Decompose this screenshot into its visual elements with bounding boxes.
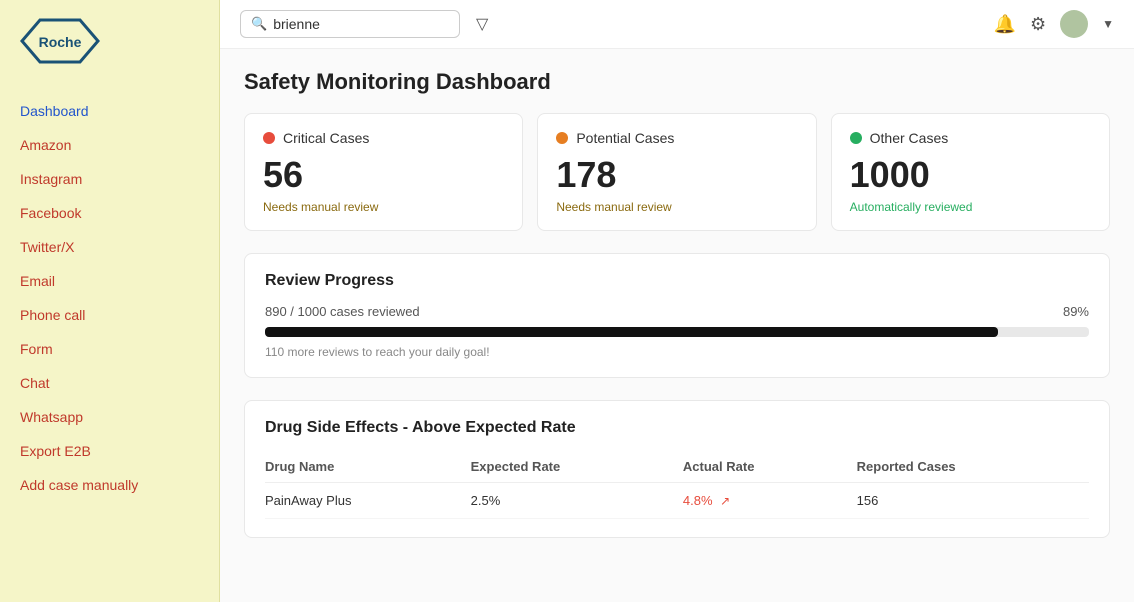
sidebar: Roche Dashboard Amazon Instagram Faceboo… xyxy=(0,0,220,602)
card-potential: Potential Cases 178 Needs manual review xyxy=(537,113,816,231)
user-dropdown-arrow[interactable]: ▼ xyxy=(1102,17,1114,31)
trend-up-icon: ↗ xyxy=(720,494,730,508)
critical-label: Critical Cases xyxy=(283,130,369,146)
progress-percent: 89% xyxy=(1063,304,1089,319)
progress-meta: 890 / 1000 cases reviewed 89% xyxy=(265,304,1089,319)
card-other-header: Other Cases xyxy=(850,130,1091,146)
sidebar-nav: Dashboard Amazon Instagram Facebook Twit… xyxy=(0,89,219,502)
card-critical-header: Critical Cases xyxy=(263,130,504,146)
col-actual-rate: Actual Rate xyxy=(683,451,857,483)
header: 🔍 ▽ 🔔 ⚙ ▼ xyxy=(220,0,1134,49)
card-potential-header: Potential Cases xyxy=(556,130,797,146)
sidebar-item-instagram[interactable]: Instagram xyxy=(0,162,219,196)
sidebar-item-twitter[interactable]: Twitter/X xyxy=(0,230,219,264)
gear-icon[interactable]: ⚙ xyxy=(1030,14,1046,35)
bell-icon[interactable]: 🔔 xyxy=(994,14,1016,35)
cell-reported-cases: 156 xyxy=(857,483,1089,519)
avatar[interactable] xyxy=(1060,10,1088,38)
cell-drug-name: PainAway Plus xyxy=(265,483,471,519)
search-icon: 🔍 xyxy=(251,16,267,32)
sidebar-item-phone-call[interactable]: Phone call xyxy=(0,298,219,332)
header-right: 🔔 ⚙ ▼ xyxy=(994,10,1114,38)
drug-table-title: Drug Side Effects - Above Expected Rate xyxy=(265,419,1089,437)
sidebar-item-chat[interactable]: Chat xyxy=(0,366,219,400)
sidebar-item-email[interactable]: Email xyxy=(0,264,219,298)
sidebar-item-amazon[interactable]: Amazon xyxy=(0,128,219,162)
potential-label: Potential Cases xyxy=(576,130,674,146)
sidebar-item-dashboard[interactable]: Dashboard xyxy=(0,94,219,128)
cards-row: Critical Cases 56 Needs manual review Po… xyxy=(244,113,1110,231)
other-dot xyxy=(850,132,862,144)
progress-label: 890 / 1000 cases reviewed xyxy=(265,304,420,319)
sidebar-item-add-case[interactable]: Add case manually xyxy=(0,468,219,502)
review-progress-title: Review Progress xyxy=(265,272,1089,290)
search-input[interactable] xyxy=(273,16,449,32)
table-row: PainAway Plus 2.5% 4.8% ↗ 156 xyxy=(265,483,1089,519)
page-title: Safety Monitoring Dashboard xyxy=(244,69,1110,95)
main-area: 🔍 ▽ 🔔 ⚙ ▼ Safety Monitoring Dashboard Cr… xyxy=(220,0,1134,602)
card-other: Other Cases 1000 Automatically reviewed xyxy=(831,113,1110,231)
progress-bar-background xyxy=(265,327,1089,337)
actual-rate-value: 4.8% xyxy=(683,493,713,508)
sidebar-item-form[interactable]: Form xyxy=(0,332,219,366)
cell-actual-rate: 4.8% ↗ xyxy=(683,483,857,519)
roche-logo[interactable]: Roche xyxy=(20,18,100,64)
sidebar-logo: Roche xyxy=(0,0,219,89)
search-box[interactable]: 🔍 xyxy=(240,10,460,38)
progress-bar-fill xyxy=(265,327,998,337)
progress-note: 110 more reviews to reach your daily goa… xyxy=(265,345,1089,359)
potential-number: 178 xyxy=(556,154,797,196)
cell-expected-rate: 2.5% xyxy=(471,483,683,519)
critical-number: 56 xyxy=(263,154,504,196)
card-critical: Critical Cases 56 Needs manual review xyxy=(244,113,523,231)
other-number: 1000 xyxy=(850,154,1091,196)
svg-text:Roche: Roche xyxy=(39,34,82,50)
potential-dot xyxy=(556,132,568,144)
col-reported-cases: Reported Cases xyxy=(857,451,1089,483)
critical-dot xyxy=(263,132,275,144)
sidebar-item-export-e2b[interactable]: Export E2B xyxy=(0,434,219,468)
drug-table: Drug Name Expected Rate Actual Rate Repo… xyxy=(265,451,1089,519)
col-expected-rate: Expected Rate xyxy=(471,451,683,483)
sidebar-item-facebook[interactable]: Facebook xyxy=(0,196,219,230)
col-drug-name: Drug Name xyxy=(265,451,471,483)
other-label: Other Cases xyxy=(870,130,949,146)
drug-table-section: Drug Side Effects - Above Expected Rate … xyxy=(244,400,1110,538)
content-area: Safety Monitoring Dashboard Critical Cas… xyxy=(220,49,1134,602)
other-sub: Automatically reviewed xyxy=(850,200,1091,214)
filter-icon[interactable]: ▽ xyxy=(476,14,488,34)
potential-sub: Needs manual review xyxy=(556,200,797,214)
review-progress-section: Review Progress 890 / 1000 cases reviewe… xyxy=(244,253,1110,378)
sidebar-item-whatsapp[interactable]: Whatsapp xyxy=(0,400,219,434)
critical-sub: Needs manual review xyxy=(263,200,504,214)
